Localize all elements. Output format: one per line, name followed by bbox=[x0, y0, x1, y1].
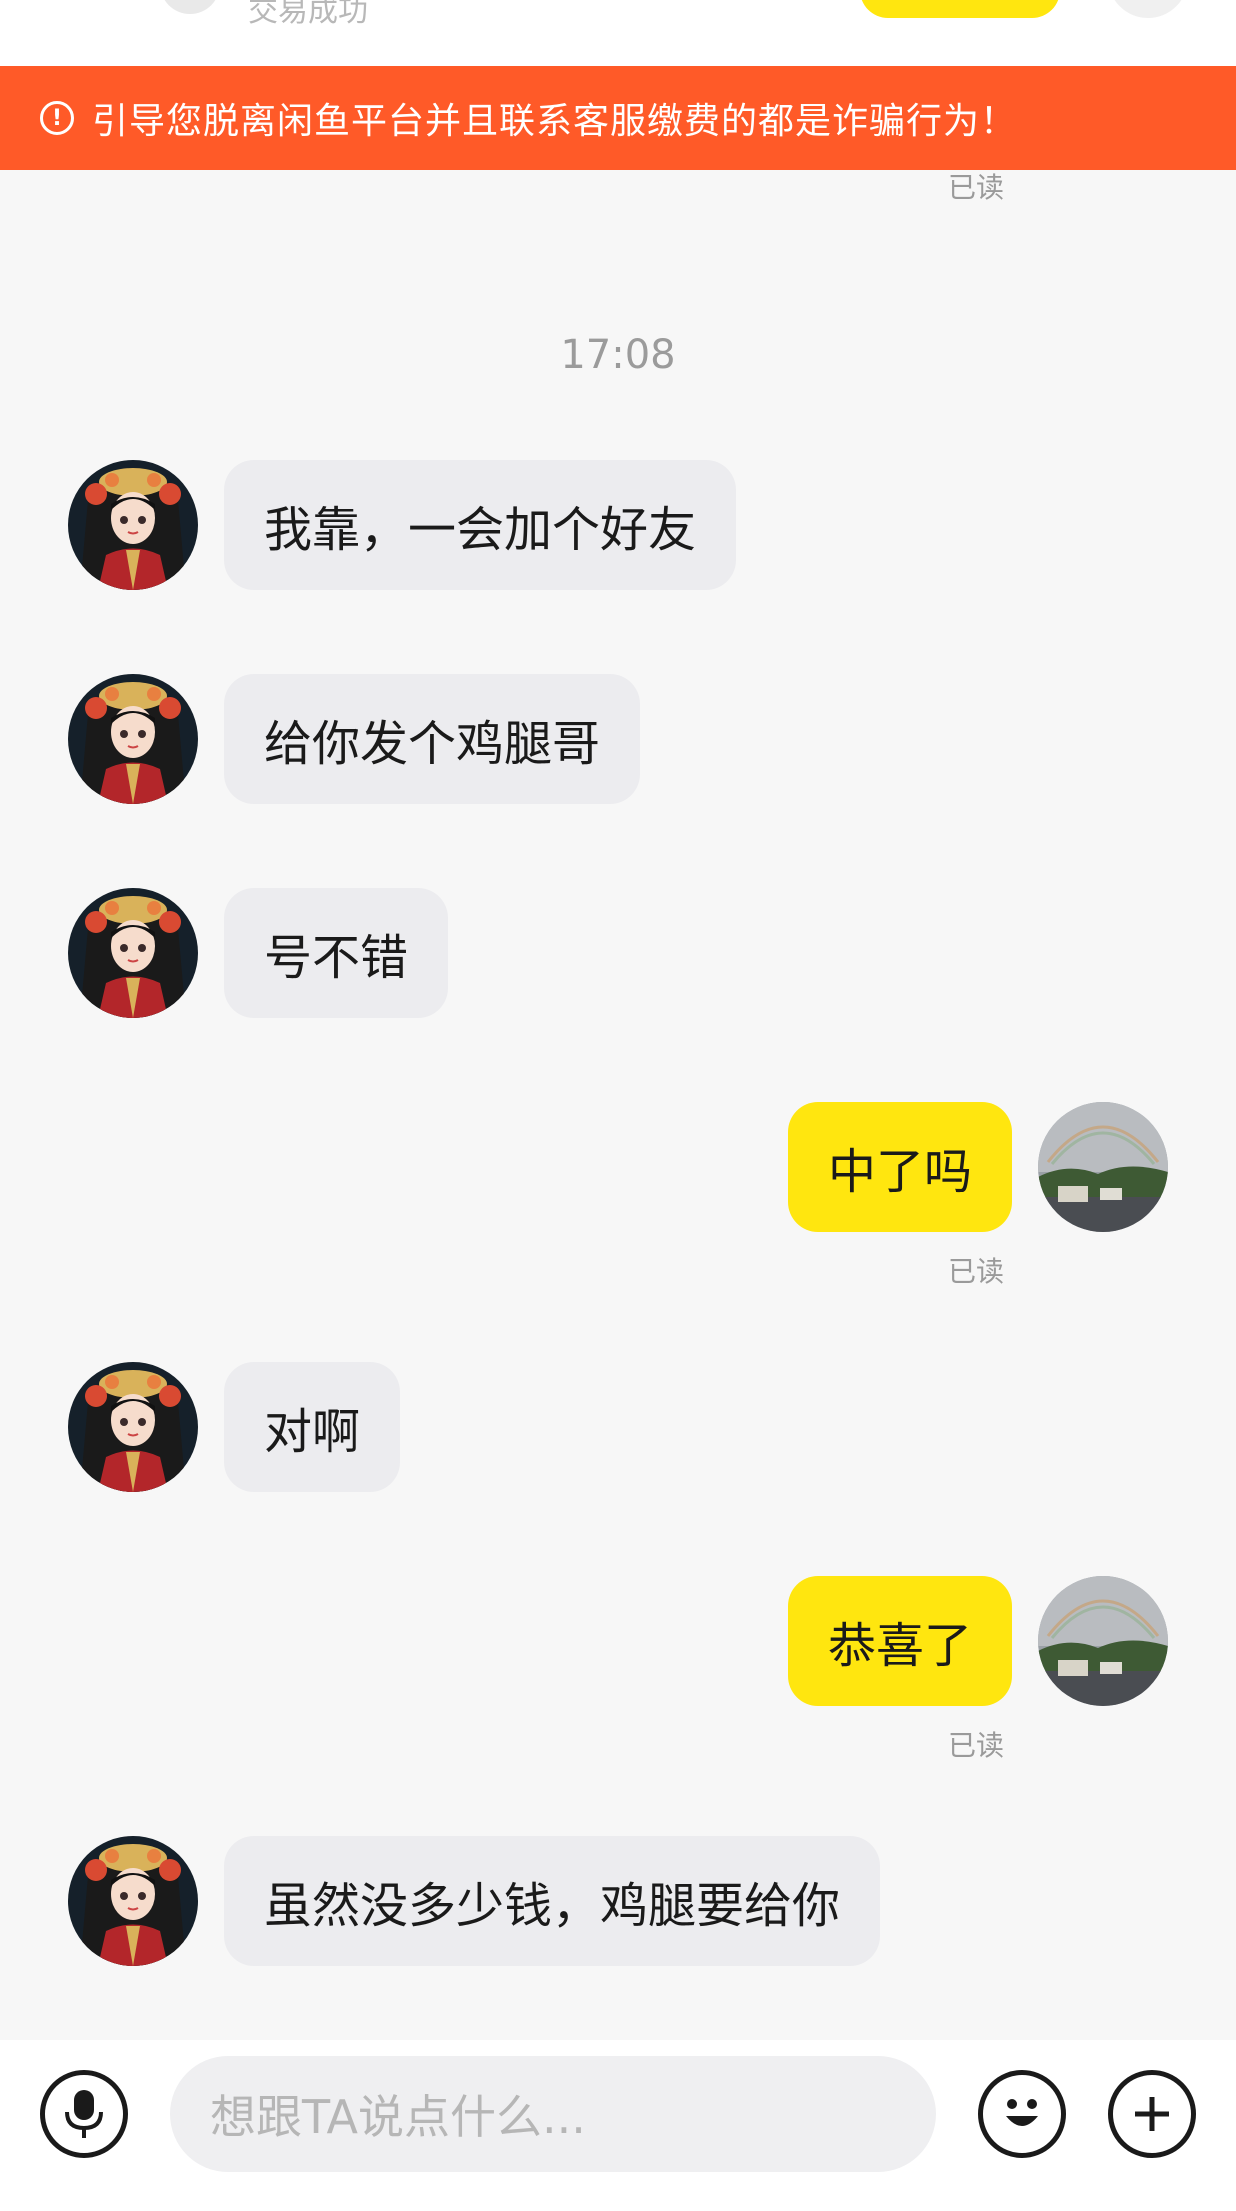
contact-avatar[interactable] bbox=[68, 1836, 198, 1966]
header-action-button[interactable] bbox=[860, 0, 1060, 18]
microphone-icon[interactable] bbox=[40, 2070, 128, 2158]
chat-timestamp: 17:08 bbox=[560, 332, 676, 378]
read-receipt: 已读 bbox=[948, 1729, 1005, 1762]
exclamation-circle-icon: ! bbox=[40, 101, 74, 135]
message-input[interactable]: 想跟TA说点什么... bbox=[170, 2056, 936, 2172]
message-bubble-incoming[interactable]: 对啊 bbox=[224, 1362, 401, 1492]
plus-icon[interactable] bbox=[1108, 2070, 1196, 2158]
message-bubble-outgoing[interactable]: 中了吗 bbox=[787, 1102, 1012, 1232]
user-avatar[interactable] bbox=[1038, 1576, 1168, 1706]
contact-avatar[interactable] bbox=[68, 674, 198, 804]
contact-avatar[interactable] bbox=[68, 460, 198, 590]
header-bar: 交易成功 bbox=[0, 0, 1236, 66]
message-bubble-incoming[interactable]: 号不错 bbox=[224, 888, 449, 1018]
contact-avatar[interactable] bbox=[68, 888, 198, 1018]
read-receipt: 已读 bbox=[948, 1255, 1005, 1288]
contact-avatar[interactable] bbox=[68, 1362, 198, 1492]
item-thumbnail[interactable] bbox=[160, 0, 220, 14]
message-bubble-incoming[interactable]: 虽然没多少钱，鸡腿要给你 bbox=[224, 1836, 881, 1966]
message-bubble-incoming[interactable]: 给你发个鸡腿哥 bbox=[224, 674, 641, 804]
message-bubble-outgoing[interactable]: 恭喜了 bbox=[787, 1576, 1012, 1706]
trade-status-text: 交易成功 bbox=[248, 0, 368, 29]
warning-text: 引导您脱离闲鱼平台并且联系客服缴费的都是诈骗行为！ bbox=[92, 101, 1018, 142]
message-bubble-incoming[interactable]: 我靠，一会加个好友 bbox=[224, 460, 737, 590]
user-avatar[interactable] bbox=[1038, 1102, 1168, 1232]
read-receipt: 已读 bbox=[948, 171, 1005, 204]
fraud-warning-banner: ! 引导您脱离闲鱼平台并且联系客服缴费的都是诈骗行为！ bbox=[0, 66, 1236, 170]
emoji-icon[interactable] bbox=[978, 2070, 1066, 2158]
header-more-button[interactable] bbox=[1108, 0, 1188, 18]
